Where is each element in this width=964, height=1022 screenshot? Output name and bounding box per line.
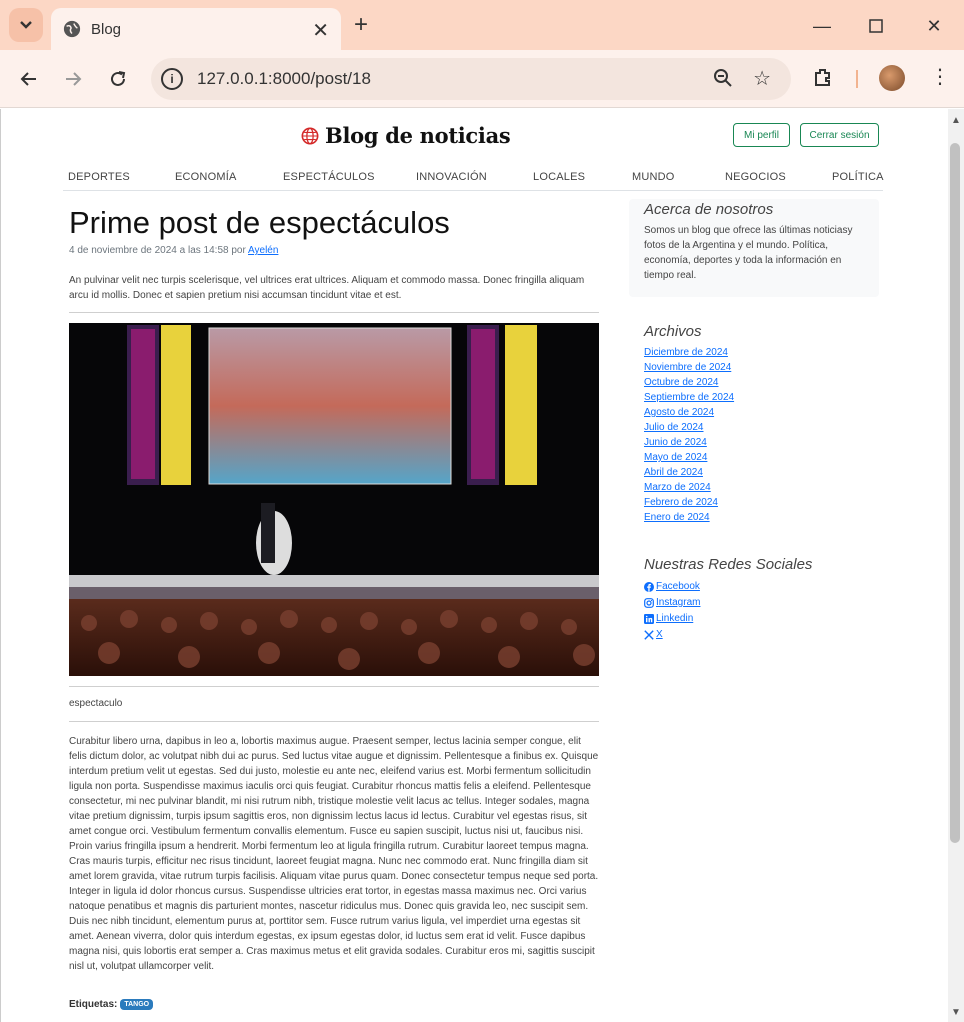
archives-section: Archivos Diciembre de 2024 Noviembre de … xyxy=(644,323,734,525)
social-section: Nuestras Redes Sociales Facebook Instagr… xyxy=(644,556,812,643)
chevron-down-icon xyxy=(20,21,32,29)
social-label: X xyxy=(656,629,663,640)
archive-link[interactable]: Diciembre de 2024 xyxy=(644,345,734,360)
social-list: Facebook Instagram Linkedin X xyxy=(644,579,812,643)
image-caption: espectaculo xyxy=(69,698,123,709)
nav-item-mundo[interactable]: MUNDO xyxy=(632,171,675,183)
nav-item-innovacion[interactable]: INNOVACIÓN xyxy=(416,171,487,183)
archive-link[interactable]: Mayo de 2024 xyxy=(644,450,734,465)
browser-menu-icon[interactable]: ⋮ xyxy=(930,64,950,89)
reload-icon[interactable] xyxy=(105,66,131,92)
tab-title: Blog xyxy=(91,20,122,38)
close-tab-icon[interactable]: ✕ xyxy=(312,18,329,43)
social-label: Facebook xyxy=(656,581,700,592)
archive-link[interactable]: Marzo de 2024 xyxy=(644,480,734,495)
social-link-x[interactable]: X xyxy=(644,627,812,643)
browser-toolbar: i 127.0.0.1:8000/post/18 ☆ ⋮ xyxy=(0,50,964,108)
post-image xyxy=(69,323,599,676)
nav-item-locales[interactable]: LOCALES xyxy=(533,171,585,183)
about-box: Acerca de nosotros Somos un blog que ofr… xyxy=(629,199,879,297)
scroll-up-arrow-icon[interactable]: ▲ xyxy=(951,115,961,126)
post-date: 4 de noviembre de 2024 a las 14:58 por xyxy=(69,245,249,256)
linkedin-icon xyxy=(644,614,654,624)
post-meta: 4 de noviembre de 2024 a las 14:58 por A… xyxy=(69,245,278,256)
archive-link[interactable]: Junio de 2024 xyxy=(644,435,734,450)
page-scrollbar[interactable]: ▲ ▼ xyxy=(948,109,964,1022)
profile-button[interactable]: Mi perfil xyxy=(733,123,790,147)
tag-badge[interactable]: TANGO xyxy=(120,999,154,1010)
social-heading: Nuestras Redes Sociales xyxy=(644,556,813,573)
back-icon[interactable] xyxy=(16,66,42,92)
category-nav: DEPORTES ECONOMÍA ESPECTÁCULOS INNOVACIÓ… xyxy=(63,167,884,191)
extensions-icon[interactable] xyxy=(812,66,834,94)
browser-tab-strip: Blog ✕ + — ✕ xyxy=(0,0,964,50)
x-icon xyxy=(644,630,654,640)
social-link-facebook[interactable]: Facebook xyxy=(644,579,812,595)
profile-avatar[interactable] xyxy=(879,65,905,91)
tab-search-button[interactable] xyxy=(9,8,43,42)
post-body: Curabitur libero urna, dapibus in leo a,… xyxy=(69,736,599,972)
nav-item-espectaculos[interactable]: ESPECTÁCULOS xyxy=(283,171,375,183)
archive-link[interactable]: Julio de 2024 xyxy=(644,420,734,435)
archive-link[interactable]: Noviembre de 2024 xyxy=(644,360,734,375)
about-heading: Acerca de nosotros xyxy=(644,201,774,218)
archive-link[interactable]: Enero de 2024 xyxy=(644,510,734,525)
post-title: Prime post de espectáculos xyxy=(69,205,450,240)
scroll-down-arrow-icon[interactable]: ▼ xyxy=(951,1007,961,1018)
social-label: Linkedin xyxy=(656,613,694,624)
archive-link[interactable]: Octubre de 2024 xyxy=(644,375,734,390)
minimize-button[interactable]: — xyxy=(810,14,834,38)
close-window-button[interactable]: ✕ xyxy=(922,14,946,38)
maximize-button[interactable] xyxy=(864,14,888,38)
instagram-icon xyxy=(644,598,654,608)
globe-icon xyxy=(63,20,81,38)
url-text[interactable]: 127.0.0.1:8000/post/18 xyxy=(197,69,371,89)
maximize-icon xyxy=(869,19,883,33)
zoom-icon[interactable] xyxy=(713,68,733,93)
social-link-instagram[interactable]: Instagram xyxy=(644,595,812,611)
archive-link[interactable]: Septiembre de 2024 xyxy=(644,390,734,405)
divider xyxy=(69,312,599,313)
social-link-linkedin[interactable]: Linkedin xyxy=(644,611,812,627)
scroll-thumb[interactable] xyxy=(950,143,960,843)
facebook-icon xyxy=(644,582,654,592)
nav-item-economia[interactable]: ECONOMÍA xyxy=(175,171,237,183)
forward-icon[interactable] xyxy=(60,66,86,92)
archives-list: Diciembre de 2024 Noviembre de 2024 Octu… xyxy=(644,345,734,525)
site-info-icon[interactable]: i xyxy=(161,68,183,90)
page-viewport: Blog de noticias Mi perfil Cerrar sesión… xyxy=(0,109,948,1022)
nav-item-politica[interactable]: POLÍTICA xyxy=(832,171,884,183)
nav-item-deportes[interactable]: DEPORTES xyxy=(68,171,130,183)
new-tab-button[interactable]: + xyxy=(354,11,368,39)
divider xyxy=(69,686,599,687)
archive-link[interactable]: Abril de 2024 xyxy=(644,465,734,480)
browser-tab[interactable]: Blog ✕ xyxy=(51,8,341,50)
logout-button[interactable]: Cerrar sesión xyxy=(800,123,879,147)
nav-item-negocios[interactable]: NEGOCIOS xyxy=(725,171,786,183)
social-label: Instagram xyxy=(656,597,701,608)
about-text: Somos un blog que ofrece las últimas not… xyxy=(644,225,853,281)
post-lead: An pulvinar velit nec turpis scelerisque… xyxy=(69,275,585,301)
toolbar-separator xyxy=(856,70,858,88)
post-tags: Etiquetas: TANGO xyxy=(69,999,154,1010)
divider xyxy=(69,721,599,722)
globe-logo-icon xyxy=(301,127,319,144)
site-brand[interactable]: Blog de noticias xyxy=(301,123,511,148)
archive-link[interactable]: Febrero de 2024 xyxy=(644,495,734,510)
author-link[interactable]: Ayelén xyxy=(248,245,278,256)
archive-link[interactable]: Agosto de 2024 xyxy=(644,405,734,420)
archives-heading: Archivos xyxy=(644,323,702,340)
bookmark-star-icon[interactable]: ☆ xyxy=(753,66,771,91)
tags-label: Etiquetas: xyxy=(69,999,118,1010)
site-title: Blog de noticias xyxy=(325,123,511,148)
address-bar[interactable]: i 127.0.0.1:8000/post/18 ☆ xyxy=(151,58,791,100)
